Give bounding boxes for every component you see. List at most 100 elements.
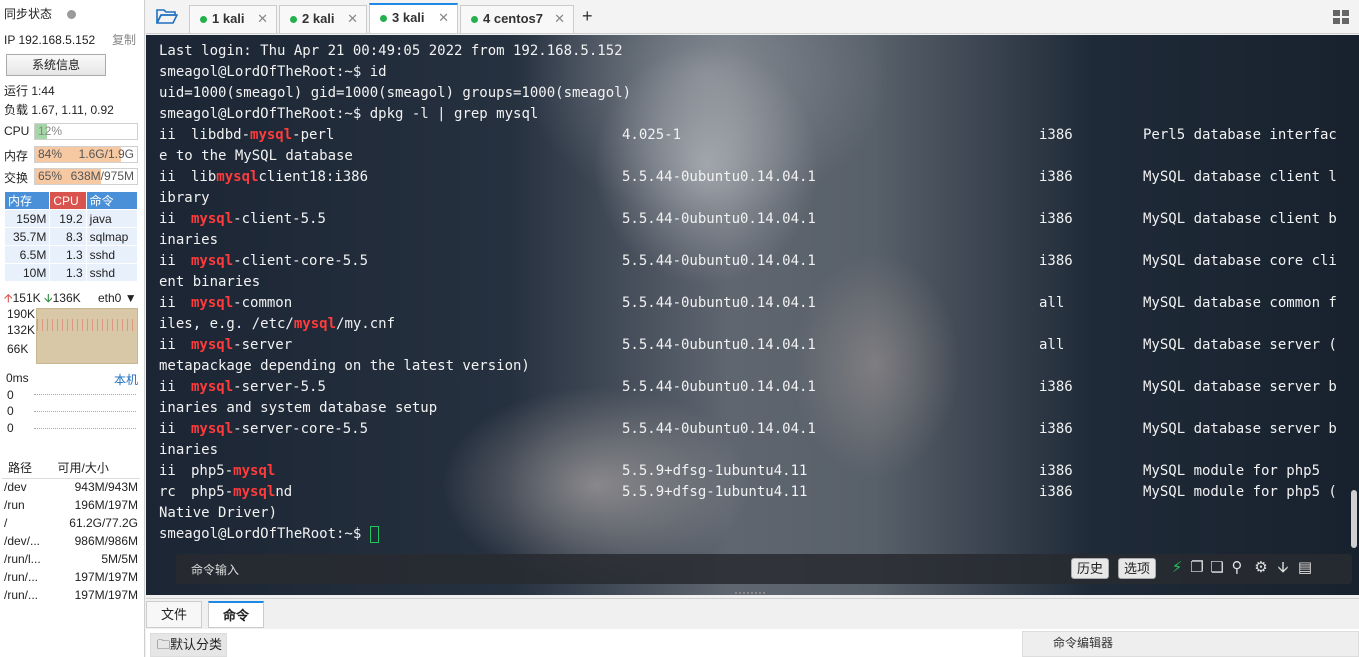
swap-percent: 65%	[38, 169, 63, 183]
session-tab-bar: 1 kali ✕ 2 kali ✕ 3 kali ✕ 4 centos7 ✕ +	[146, 0, 1359, 34]
tab-label: 4 centos7	[483, 11, 543, 26]
table-row[interactable]: /dev/... 986M/986M	[2, 532, 140, 550]
tab-commands[interactable]: 命令	[208, 601, 265, 628]
tab-4-centos7[interactable]: 4 centos7 ✕	[460, 5, 574, 33]
layout-grid-icon[interactable]	[1333, 10, 1349, 24]
window-icon[interactable]: ▤	[1297, 560, 1313, 576]
package-name-part: -client-core-5.5	[233, 253, 369, 269]
interface-select[interactable]: eth0 ▼	[98, 290, 137, 306]
sidebar: 同步状态 IP 192.168.5.152 复制 系统信息 运行 1:44 负载…	[0, 0, 145, 657]
table-row[interactable]: /run/... 197M/197M	[2, 586, 140, 604]
terminal-line: smeagol@LordOfTheRoot:~$ id	[159, 62, 1349, 83]
package-name: mysql-server-5.5	[191, 377, 326, 398]
default-category-button[interactable]: 🗀默认分类	[150, 633, 228, 657]
package-arch: i386	[1039, 253, 1073, 269]
wrapped-text: iles, e.g. /etc/	[159, 316, 294, 332]
terminal-line: smeagol@LordOfTheRoot:~$ dpkg -l | grep …	[159, 104, 1349, 125]
grep-match: mysql	[191, 253, 234, 269]
package-status: ii	[159, 463, 176, 479]
tab-2-kali[interactable]: 2 kali ✕	[279, 5, 367, 33]
latency-grid	[34, 411, 136, 412]
package-name: mysql-common	[191, 293, 292, 314]
search-icon[interactable]: ⚲	[1229, 560, 1245, 576]
latency-grid	[34, 394, 136, 395]
grep-match: mysql	[233, 484, 276, 500]
package-version: 5.5.9+dfsg-1ubuntu4.11	[622, 463, 808, 479]
disk-header-size[interactable]: 可用/大小	[51, 458, 140, 479]
disk-path: /run/...	[4, 588, 39, 602]
table-row[interactable]: 10M 1.3 sshd	[3, 263, 139, 282]
package-row: ii mysql-client-core-5.5 5.5.44-0ubuntu0.1…	[159, 251, 1349, 272]
proc-header-cmd[interactable]: 命令	[85, 191, 139, 210]
terminal-scrollbar[interactable]	[1351, 490, 1357, 548]
close-icon[interactable]: ✕	[347, 6, 358, 32]
lightning-icon[interactable]: ⚡	[1169, 560, 1185, 576]
table-row[interactable]: /dev 943M/943M	[2, 478, 140, 496]
package-row: ii mysql-server 5.5.44-0ubuntu0.14.04.1 all…	[159, 335, 1349, 356]
proc-cmd: sshd	[85, 263, 139, 282]
grep-match: mysql	[191, 379, 234, 395]
disk-header-path[interactable]: 路径	[2, 458, 52, 479]
table-row[interactable]: 6.5M 1.3 sshd	[3, 245, 139, 264]
options-button[interactable]: 选项	[1118, 558, 1157, 579]
copy-ip-link[interactable]: 复制	[112, 31, 136, 49]
grep-match: mysql	[191, 337, 234, 353]
proc-cpu: 19.2	[49, 209, 87, 228]
wrapped-text: ibrary	[159, 190, 210, 206]
table-row[interactable]: /run/... 197M/197M	[2, 568, 140, 586]
package-status: ii	[159, 253, 176, 269]
package-status: ii	[159, 295, 176, 311]
package-name-part: -server-5.5	[233, 379, 326, 395]
panel-resize-handle[interactable]	[735, 592, 765, 596]
add-tab-icon[interactable]: +	[582, 6, 593, 27]
net-tick: 190K	[7, 307, 36, 321]
package-row: ii mysql-server-core-5.5 5.5.44-0ubuntu0.1…	[159, 419, 1349, 440]
close-icon[interactable]: ✕	[438, 5, 449, 31]
table-row[interactable]: 35.7M 8.3 sqlmap	[3, 227, 139, 246]
disk-path: /run/l...	[4, 552, 41, 566]
package-description: MySQL database client b	[1143, 211, 1337, 227]
package-description: MySQL database server b	[1143, 379, 1337, 395]
latency-host-link[interactable]: 本机	[114, 371, 138, 388]
system-info-button[interactable]: 系统信息	[6, 54, 106, 76]
gear-icon[interactable]: ⚙	[1253, 560, 1269, 576]
proc-cpu: 8.3	[49, 227, 87, 246]
wrapped-text: ent binaries	[159, 274, 261, 290]
disk-path: /run/...	[4, 570, 39, 584]
proc-header-cpu[interactable]: CPU	[49, 191, 87, 210]
disk-size: 61.2G/77.2G	[69, 516, 138, 530]
disk-size: 197M/197M	[74, 588, 138, 602]
proc-header-mem[interactable]: 内存	[3, 191, 51, 210]
history-button[interactable]: 历史	[1071, 558, 1110, 579]
command-input[interactable]: 命令输入	[191, 561, 239, 578]
package-row-wrap: ent binaries	[159, 272, 1349, 293]
disk-size: 197M/197M	[74, 570, 138, 584]
tab-3-kali[interactable]: 3 kali ✕	[369, 3, 458, 33]
table-row[interactable]: 159M 19.2 java	[3, 209, 139, 228]
copy-icon[interactable]: ❐	[1189, 560, 1205, 576]
tab-1-kali[interactable]: 1 kali ✕	[189, 5, 277, 33]
connected-dot-icon	[200, 16, 207, 24]
table-row[interactable]: /run 196M/197M	[2, 496, 140, 514]
package-name: php5-mysql	[191, 461, 275, 482]
command-bar: 命令输入 历史 选项 ⚡ ❐ ❏ ⚲ ⚙ 🡫 ▤	[176, 554, 1352, 584]
package-arch: i386	[1039, 169, 1073, 185]
wrapped-text: metapackage depending on the latest vers…	[159, 358, 530, 374]
package-description: MySQL database core cli	[1143, 253, 1337, 269]
close-icon[interactable]: ✕	[554, 6, 565, 32]
close-icon[interactable]: ✕	[257, 6, 268, 32]
package-description: MySQL database server b	[1143, 421, 1337, 437]
package-row: ii php5-mysql 5.5.9+dfsg-1ubuntu4.11 i386 My…	[159, 461, 1349, 482]
table-row[interactable]: /run/l... 5M/5M	[2, 550, 140, 568]
terminal-line: uid=1000(smeagol) gid=1000(smeagol) grou…	[159, 85, 632, 101]
tab-files[interactable]: 文件	[146, 601, 203, 628]
command-editor-header[interactable]: 命令编辑器	[1022, 631, 1359, 657]
folder-open-icon[interactable]	[156, 7, 178, 25]
terminal[interactable]: Last login: Thu Apr 21 00:49:05 2022 fro…	[146, 35, 1359, 595]
download-arrow-icon: 🡫	[44, 291, 53, 305]
table-row[interactable]: / 61.2G/77.2G	[2, 514, 140, 532]
download-icon[interactable]: 🡫	[1275, 560, 1291, 576]
paste-icon[interactable]: ❏	[1209, 560, 1225, 576]
package-status: ii	[159, 337, 176, 353]
package-arch: all	[1039, 295, 1065, 311]
